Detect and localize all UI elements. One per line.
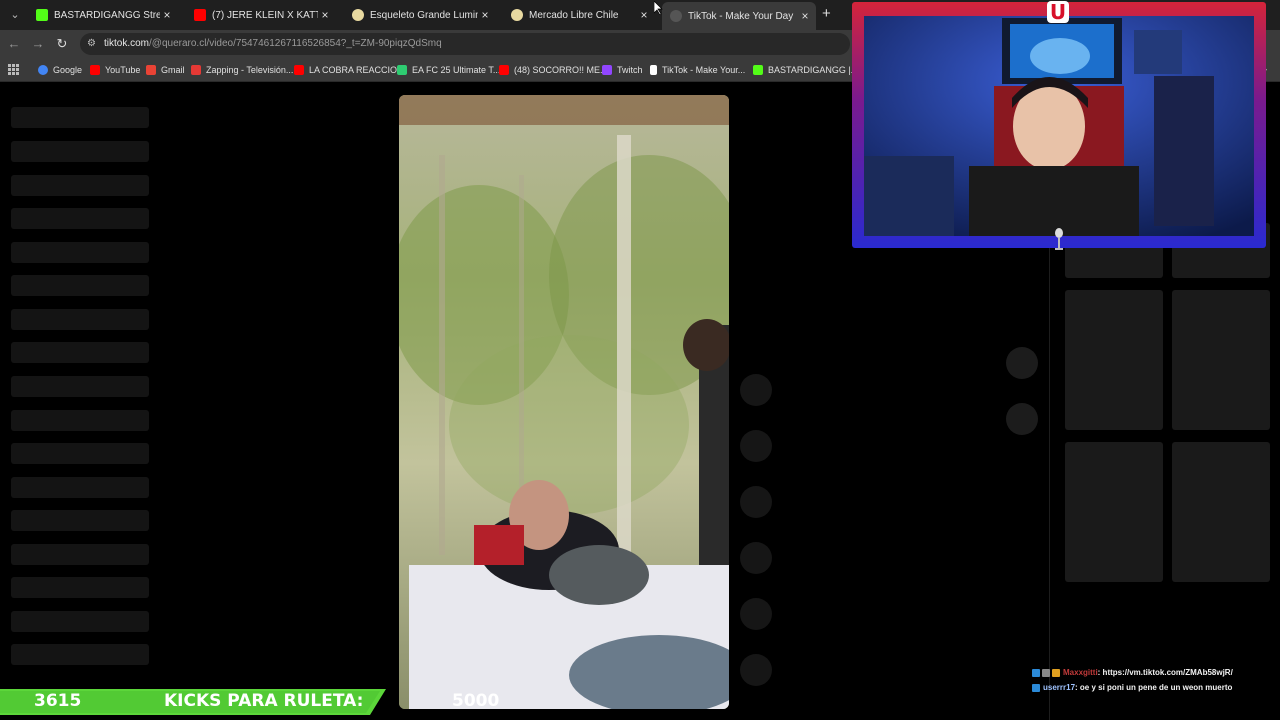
sidebar-skeleton (11, 107, 149, 128)
mercadolibre-favicon-icon (352, 9, 364, 21)
google-icon (38, 65, 48, 75)
tab-mercadolibre[interactable]: Mercado Libre Chile × (503, 4, 655, 26)
team-badge: U (1047, 1, 1069, 23)
sidebar-skeleton (11, 544, 149, 565)
chat-text: : https://vm.tiktok.com/ZMAb58wjR/ (1097, 668, 1233, 677)
tab-close-icon[interactable]: × (318, 8, 332, 22)
tab-label: BASTARDIGANGG Stream - Wat (54, 9, 160, 21)
more-button-skeleton[interactable] (740, 598, 772, 630)
chat-username[interactable]: userrr17 (1043, 683, 1075, 692)
sidebar-skeleton (11, 477, 149, 498)
tiktok-icon (650, 65, 657, 75)
tab-close-icon[interactable]: × (478, 8, 492, 22)
related-card-skeleton[interactable] (1065, 442, 1163, 582)
kicks-label: KICKS PARA RULETA: (164, 691, 364, 711)
bookmark-la-cobra[interactable]: LA COBRA REACCIO... (294, 63, 405, 77)
bookmark-twitch[interactable]: Twitch (602, 63, 643, 77)
bookmark-socorro[interactable]: (48) SOCORRO!! ME... (499, 63, 608, 77)
sidebar-skeleton (11, 644, 149, 665)
bookmark-gmail[interactable]: Gmail (146, 63, 185, 77)
related-card-skeleton[interactable] (1172, 290, 1270, 430)
sidebar-skeleton (11, 141, 149, 162)
webcam-overlay (852, 2, 1266, 248)
twitch-icon (602, 65, 612, 75)
address-bar[interactable]: ⚙ tiktok.com/@queraro.cl/video/754746126… (80, 33, 850, 55)
prev-video-skeleton[interactable] (1006, 347, 1038, 379)
chat-message: userrr17 : oe y si poni un pene de un we… (1032, 683, 1232, 692)
youtube-favicon-icon (194, 9, 206, 21)
music-disc-skeleton[interactable] (740, 654, 772, 686)
bookmark-ea-fc[interactable]: EA FC 25 Ultimate T... (397, 63, 500, 77)
sidebar-skeleton (11, 275, 149, 296)
tab-youtube[interactable]: (7) JERE KLEIN X KATTEYES - TO × (186, 4, 336, 26)
mercadolibre-favicon-icon (511, 9, 523, 21)
new-tab-button[interactable]: + (822, 6, 836, 22)
chat-username[interactable]: Maxxgitti (1063, 668, 1098, 677)
sidebar-skeleton (11, 611, 149, 632)
bookmark-zapping[interactable]: Zapping - Televisión... (191, 63, 293, 77)
youtube-icon (294, 65, 304, 75)
bookmark-google[interactable]: Google (38, 63, 82, 77)
apps-grid-icon[interactable] (8, 64, 19, 75)
kicks-count: 3615 (34, 691, 82, 711)
sidebar-skeleton (11, 577, 149, 598)
microphone-icon (1055, 228, 1063, 250)
address-url[interactable]: tiktok.com/@queraro.cl/video/75474612671… (104, 38, 442, 49)
chat-text: : oe y si poni un pene de un weon muerto (1075, 683, 1233, 692)
comment-button-skeleton[interactable] (740, 430, 772, 462)
tiktok-favicon-icon (670, 10, 682, 22)
related-card-skeleton[interactable] (1172, 442, 1270, 582)
ea-fc-icon (397, 65, 407, 75)
chat-badges (1032, 668, 1060, 677)
screen: ⌄ BASTARDIGANGG Stream - Wat × (7) JERE … (0, 0, 1280, 720)
sidebar-skeleton (11, 510, 149, 531)
sidebar-skeleton (11, 376, 149, 397)
sidebar-skeleton (11, 208, 149, 229)
save-button-skeleton[interactable] (740, 486, 772, 518)
tab-close-icon[interactable]: × (798, 9, 812, 23)
related-card-skeleton[interactable] (1065, 290, 1163, 430)
video-player[interactable] (399, 95, 729, 709)
bookmark-bastardigangg[interactable]: BASTARDIGANGG |... (753, 63, 858, 77)
kick-favicon-icon (36, 9, 48, 21)
forward-arrow-icon[interactable]: → (30, 36, 46, 52)
bookmark-youtube[interactable]: YouTube (90, 63, 140, 77)
sidebar-skeleton (11, 443, 149, 464)
youtube-icon (90, 65, 100, 75)
youtube-icon (499, 65, 509, 75)
tab-close-icon[interactable]: × (637, 8, 651, 22)
gmail-icon (146, 65, 156, 75)
tab-esqueleto[interactable]: Esqueleto Grande Luminoso Co × (344, 4, 496, 26)
mouse-cursor-icon (654, 1, 663, 15)
share-button-skeleton[interactable] (740, 542, 772, 574)
sidebar-skeleton (11, 309, 149, 330)
tab-search-chevron-icon[interactable]: ⌄ (6, 6, 24, 24)
kick-icon (753, 65, 763, 75)
chat-message: Maxxgitti : https://vm.tiktok.com/ZMAb58… (1032, 668, 1233, 677)
like-button-skeleton[interactable] (740, 374, 772, 406)
site-info-icon[interactable]: ⚙ (87, 38, 99, 50)
bookmark-tiktok[interactable]: TikTok - Make Your... (650, 63, 745, 77)
video-frame (399, 95, 729, 709)
tab-bastardigangg[interactable]: BASTARDIGANGG Stream - Wat × (28, 4, 178, 26)
tab-label: (7) JERE KLEIN X KATTEYES - TO (212, 9, 318, 21)
chat-badges (1032, 683, 1040, 692)
sidebar-skeleton (11, 342, 149, 363)
sidebar-skeleton (11, 175, 149, 196)
tab-tiktok[interactable]: TikTok - Make Your Day × (662, 2, 816, 30)
tab-label: Mercado Libre Chile (529, 9, 619, 21)
url-host: tiktok.com (104, 38, 150, 49)
reload-icon[interactable]: ↻ (54, 36, 70, 52)
tab-label: TikTok - Make Your Day (688, 10, 794, 22)
tab-close-icon[interactable]: × (160, 8, 174, 22)
webcam-feed (864, 16, 1254, 236)
next-video-skeleton[interactable] (1006, 403, 1038, 435)
sidebar-skeleton (11, 410, 149, 431)
sidebar-skeleton (11, 242, 149, 263)
url-path: /@queraro.cl/video/7547461267116526854?_… (149, 38, 442, 49)
tab-label: Esqueleto Grande Luminoso Co (370, 9, 478, 21)
kicks-goal: 5000 (452, 691, 500, 711)
back-arrow-icon[interactable]: ← (6, 36, 22, 52)
zapping-icon (191, 65, 201, 75)
